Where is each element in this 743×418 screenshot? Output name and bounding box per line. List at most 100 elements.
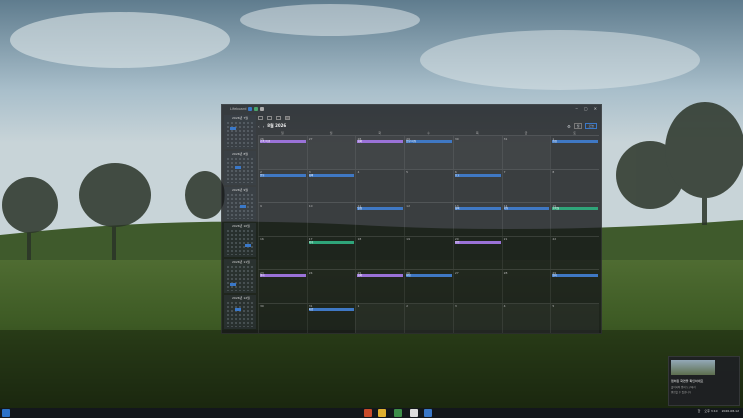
day-cell[interactable]: 23 행사 xyxy=(258,270,307,303)
mini-calendar-days[interactable] xyxy=(226,229,254,255)
day-cell[interactable]: 22 xyxy=(550,236,599,270)
day-cell[interactable]: 17 약속 xyxy=(306,236,356,270)
day-cell[interactable]: 9 xyxy=(258,203,307,236)
app-icon-3[interactable] xyxy=(394,409,402,417)
event-chip[interactable]: 회의 xyxy=(308,173,355,177)
day-cell[interactable]: 14 미팅 xyxy=(501,203,551,236)
event-chip[interactable]: 가족 여행 xyxy=(260,140,306,143)
day-cell[interactable]: 16 xyxy=(258,236,307,270)
day-cell[interactable]: 28 회의 xyxy=(355,136,405,169)
day-cell[interactable]: 31 마감 xyxy=(306,303,356,333)
event-chip[interactable]: 운동 xyxy=(260,173,306,177)
mini-calendar[interactable]: 2026년 11월 xyxy=(224,259,256,293)
weekday-label: 토 xyxy=(573,131,577,135)
mini-calendar-days[interactable] xyxy=(226,121,254,147)
clock-date[interactable]: 2026-08-12 xyxy=(722,409,739,413)
event-chip[interactable]: 미팅 xyxy=(406,274,452,278)
event-chip[interactable]: 행사 xyxy=(260,274,306,278)
day-cell[interactable]: 1 xyxy=(355,303,405,333)
event-chip[interactable]: 점검 xyxy=(552,140,599,143)
day-cell[interactable]: 2 운동 xyxy=(258,169,307,203)
event-chip[interactable]: 회의 xyxy=(357,140,404,143)
event-chip[interactable]: 일정 xyxy=(357,207,404,211)
view-select[interactable]: 월 xyxy=(573,123,583,129)
day-cell[interactable]: 29 정리 xyxy=(550,270,599,303)
event-chip[interactable]: 보고 xyxy=(454,173,501,177)
app-icon-4[interactable] xyxy=(410,409,418,417)
day-cell[interactable]: 3 회의 xyxy=(306,169,356,203)
mini-calendar-days[interactable] xyxy=(226,265,254,291)
day-cell[interactable]: 1 점검 xyxy=(550,136,599,169)
day-cell[interactable]: 31 xyxy=(501,136,551,169)
day-cell[interactable]: 27 xyxy=(306,136,356,169)
day-cell[interactable]: 12 xyxy=(404,203,453,236)
day-cell[interactable]: 3 xyxy=(452,303,502,333)
day-cell[interactable]: 26 미팅 xyxy=(404,270,453,303)
app-icon-5[interactable] xyxy=(424,409,432,417)
day-cell[interactable]: 26 가족 여행 xyxy=(258,136,307,169)
list-view-icon[interactable] xyxy=(267,115,272,120)
day-cell[interactable]: 4 xyxy=(355,169,404,203)
calendar-icon[interactable] xyxy=(248,107,253,111)
input-language[interactable]: 한 xyxy=(698,409,701,413)
notes-icon[interactable] xyxy=(260,107,265,111)
event-chip[interactable]: 업무 미팅 xyxy=(406,140,452,143)
day-cell[interactable]: 15 광복절 xyxy=(550,203,599,236)
day-cell[interactable]: 2 xyxy=(404,303,453,333)
next-month-button[interactable]: › xyxy=(263,124,265,129)
grid-view-icon[interactable] xyxy=(276,115,281,120)
day-cell[interactable]: 11 일정 xyxy=(355,203,404,236)
mini-calendar[interactable]: 2026년 12월 xyxy=(224,295,256,329)
minimize-button[interactable]: ‒ xyxy=(575,106,578,111)
day-cell[interactable]: 6 보고 xyxy=(452,169,502,203)
day-cell[interactable]: 27 xyxy=(452,270,502,303)
day-cell[interactable]: 20 모임 xyxy=(452,236,502,270)
day-cell[interactable]: 19 xyxy=(404,236,453,270)
day-cell[interactable]: 30 xyxy=(452,136,502,169)
day-cell[interactable]: 5 xyxy=(404,169,453,203)
app-icon-2[interactable] xyxy=(378,409,386,417)
day-cell[interactable]: 4 xyxy=(501,303,551,333)
day-cell[interactable]: 30 xyxy=(258,303,307,333)
mini-calendar[interactable]: 2026년 10월 xyxy=(224,223,256,257)
title-bar[interactable]: Lifeboard ‒ ▢ ✕ xyxy=(222,105,601,113)
event-chip[interactable]: 정리 xyxy=(552,274,599,278)
today-button[interactable]: 오늘 xyxy=(585,123,597,129)
day-cell[interactable]: 25 회의 xyxy=(355,270,404,303)
mini-calendar[interactable]: 2026년 7월 xyxy=(224,115,256,149)
mini-calendar[interactable]: 2026년 9월 xyxy=(224,187,256,221)
start-icon[interactable] xyxy=(2,409,10,417)
event-chip[interactable]: 회의 xyxy=(454,207,501,211)
app-icon-1[interactable] xyxy=(364,409,372,417)
event-chip[interactable]: 미팅 xyxy=(503,207,550,211)
day-cell[interactable]: 5 xyxy=(550,303,600,333)
tasks-icon[interactable] xyxy=(254,107,259,111)
mini-calendar-days[interactable] xyxy=(226,301,254,327)
day-cell[interactable]: 29 업무 미팅 xyxy=(404,136,453,169)
event-chip[interactable]: 광복절 xyxy=(552,207,599,211)
event-chip[interactable]: 약속 xyxy=(308,240,355,244)
notification-toast[interactable]: 캡처된 화면을 확인하세요 클릭하여 캡처 도구에서 편집할 수 있습니다 xyxy=(668,356,740,406)
day-cell[interactable]: 7 xyxy=(501,169,551,203)
day-cell[interactable]: 13 회의 xyxy=(452,203,502,236)
maximize-button[interactable]: ▢ xyxy=(584,106,588,111)
search-icon[interactable] xyxy=(285,115,290,120)
day-number: 5 xyxy=(406,170,409,175)
event-chip[interactable]: 마감 xyxy=(308,307,355,311)
day-cell[interactable]: 10 xyxy=(306,203,356,236)
day-number: 19 xyxy=(406,237,410,242)
event-chip[interactable]: 회의 xyxy=(357,274,404,278)
mini-calendar-days[interactable] xyxy=(226,157,254,183)
day-cell[interactable]: 24 xyxy=(306,270,356,303)
clock-time[interactable]: 오후 3:10 xyxy=(704,409,717,413)
day-cell[interactable]: 18 xyxy=(355,236,404,270)
day-cell[interactable]: 21 xyxy=(501,236,551,270)
day-cell[interactable]: 28 xyxy=(501,270,551,303)
menu-icon[interactable] xyxy=(258,115,263,120)
day-cell[interactable]: 8 xyxy=(550,169,599,203)
prev-month-button[interactable]: ‹ xyxy=(258,124,260,129)
event-chip[interactable]: 모임 xyxy=(454,240,501,244)
close-button[interactable]: ✕ xyxy=(594,106,597,111)
mini-calendar[interactable]: 2026년 8월 xyxy=(224,151,256,185)
settings-icon[interactable]: ⚙ xyxy=(567,124,571,129)
